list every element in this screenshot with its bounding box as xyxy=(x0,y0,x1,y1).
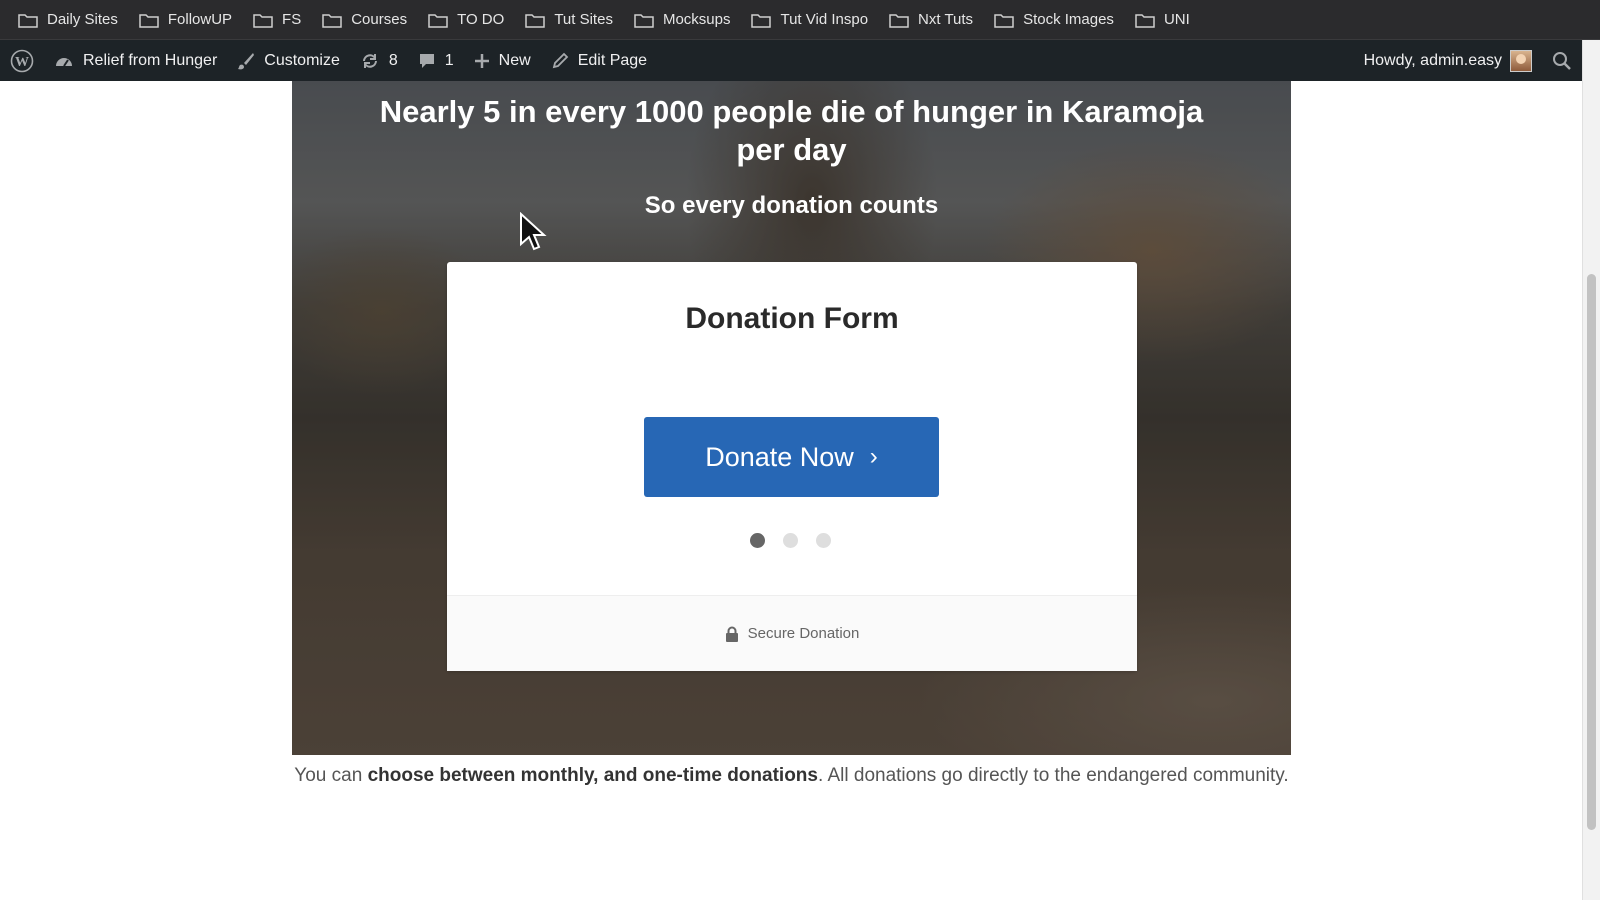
step-dot-3[interactable] xyxy=(815,533,831,548)
bookmark-label: Nxt Tuts xyxy=(918,11,974,28)
edit-page-label: Edit Page xyxy=(577,51,648,69)
page-content: Nearly 5 in every 1000 people die of hun… xyxy=(0,81,1582,900)
my-account-link[interactable]: Howdy, admin.easy xyxy=(1354,40,1542,81)
bookmark-daily-sites[interactable]: Daily Sites xyxy=(18,11,118,28)
comment-icon xyxy=(419,53,434,68)
site-name: Relief from Hunger xyxy=(83,51,218,69)
wordpress-logo-button[interactable]: W xyxy=(0,40,44,81)
folder-icon xyxy=(634,13,654,28)
wp-admin-bar: W Relief from Hunger Customize 8 1 New E… xyxy=(0,40,1582,81)
donate-now-label: Donate Now xyxy=(705,441,854,472)
comments-count: 1 xyxy=(444,51,454,69)
description-bold: choose between monthly, and one-time don… xyxy=(367,765,818,786)
bookmark-label: Mocksups xyxy=(662,11,731,28)
step-indicator xyxy=(445,533,1135,548)
step-dot-2[interactable] xyxy=(782,533,798,548)
bookmark-label: TO DO xyxy=(457,11,505,28)
howdy-text: Howdy, admin.easy xyxy=(1363,51,1502,69)
bookmark-label: Tut Sites xyxy=(554,11,613,28)
search-icon xyxy=(1553,51,1571,70)
folder-icon xyxy=(428,13,448,28)
mouse-cursor-icon xyxy=(520,212,547,251)
avatar xyxy=(1510,49,1532,72)
secure-donation-label: Secure Donation xyxy=(747,625,860,642)
bookmark-label: UNI xyxy=(1163,11,1190,28)
bookmark-courses[interactable]: Courses xyxy=(322,11,407,28)
new-content-link[interactable]: New xyxy=(464,40,541,81)
bookmark-mocksups[interactable]: Mocksups xyxy=(634,11,731,28)
donation-form-card: Donation Form Donate Now › Secure Donati… xyxy=(447,262,1137,671)
bookmark-label: Stock Images xyxy=(1023,11,1114,28)
dashboard-icon xyxy=(56,57,72,67)
site-name-link[interactable]: Relief from Hunger xyxy=(44,40,227,81)
secure-donation-footer: Secure Donation xyxy=(447,595,1137,671)
search-button[interactable] xyxy=(1542,40,1582,81)
donate-now-button[interactable]: Donate Now › xyxy=(644,417,939,497)
donation-form-title: Donation Form xyxy=(685,302,899,335)
admin-bar-right: Howdy, admin.easy xyxy=(1354,40,1582,81)
donation-description: You can choose between monthly, and one-… xyxy=(292,758,1291,794)
bookmark-tut-vid-inspo[interactable]: Tut Vid Inspo xyxy=(751,11,868,28)
updates-count: 8 xyxy=(388,51,398,69)
bookmark-label: Daily Sites xyxy=(47,11,118,28)
new-label: New xyxy=(498,51,531,69)
bookmark-fs[interactable]: FS xyxy=(253,11,301,28)
folder-icon xyxy=(525,13,546,28)
folder-icon xyxy=(994,13,1014,28)
chevron-right-icon: › xyxy=(869,443,878,470)
hero-section: Nearly 5 in every 1000 people die of hun… xyxy=(292,81,1291,755)
customize-link[interactable]: Customize xyxy=(227,40,350,81)
pencil-icon xyxy=(552,52,568,68)
bookmark-followup[interactable]: FollowUP xyxy=(139,11,232,28)
bookmark-stock-images[interactable]: Stock Images xyxy=(994,11,1114,28)
folder-icon xyxy=(889,13,909,28)
hero-subtitle: So every donation counts xyxy=(644,192,939,219)
plus-icon xyxy=(474,53,489,68)
folder-icon xyxy=(751,13,772,28)
edit-page-link[interactable]: Edit Page xyxy=(541,40,657,81)
folder-icon xyxy=(18,13,38,28)
bookmark-label: FS xyxy=(282,11,302,28)
step-dot-1[interactable] xyxy=(749,533,765,548)
description-prefix: You can xyxy=(294,765,368,786)
customize-label: Customize xyxy=(264,51,340,69)
comments-link[interactable]: 1 xyxy=(408,40,464,81)
lock-icon xyxy=(725,626,738,642)
bookmark-nxt-tuts[interactable]: Nxt Tuts xyxy=(889,11,973,28)
folder-icon xyxy=(139,13,159,28)
paintbrush-icon xyxy=(238,52,255,69)
page-scrollbar[interactable] xyxy=(1582,40,1600,900)
svg-text:W: W xyxy=(15,55,29,70)
scrollbar-thumb[interactable] xyxy=(1587,274,1596,830)
folder-icon xyxy=(253,13,273,28)
bookmark-label: Courses xyxy=(351,11,408,28)
folder-icon xyxy=(322,13,342,28)
bookmark-label: FollowUP xyxy=(167,11,233,28)
folder-icon xyxy=(1135,13,1155,28)
bookmark-label: Tut Vid Inspo xyxy=(780,11,869,28)
updates-link[interactable]: 8 xyxy=(350,40,408,81)
wordpress-icon: W xyxy=(10,49,34,72)
hero-title: Nearly 5 in every 1000 people die of hun… xyxy=(379,94,1204,167)
updates-icon xyxy=(362,53,377,68)
bookmarks-bar: Daily Sites FollowUP FS Courses TO DO Tu… xyxy=(0,0,1600,40)
description-suffix: . All donations go directly to the endan… xyxy=(817,765,1289,786)
bookmark-tut-sites[interactable]: Tut Sites xyxy=(525,11,613,28)
bookmark-uni[interactable]: UNI xyxy=(1135,11,1190,28)
bookmark-to-do[interactable]: TO DO xyxy=(428,11,504,28)
